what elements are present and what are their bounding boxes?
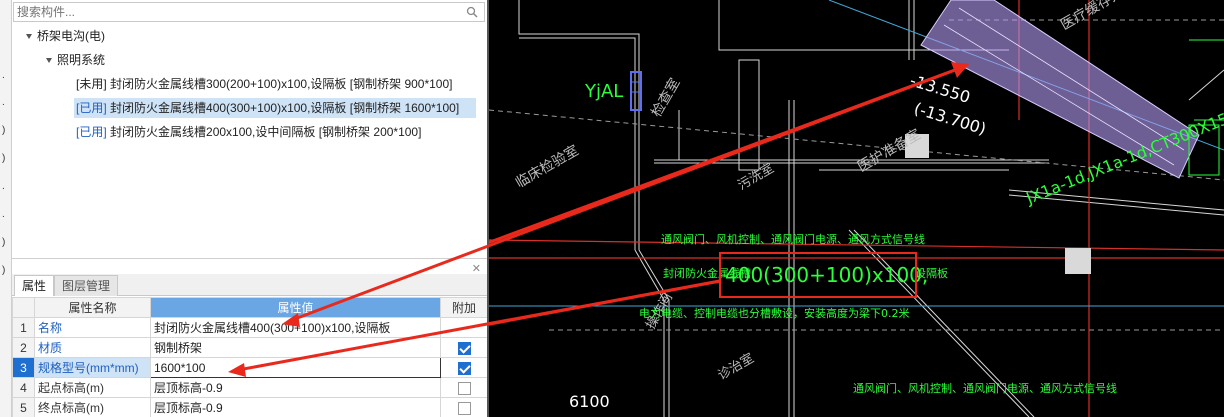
- tree-item-label: 封闭防火金属线槽300(200+100)x100,设隔板 [钢制桥架 900*1…: [110, 77, 453, 91]
- header-extra: 附加: [440, 297, 488, 318]
- row-number: 1: [12, 317, 35, 338]
- property-value[interactable]: 钢制桥架: [150, 337, 441, 358]
- usage-tag: [已用]: [76, 101, 107, 115]
- row-number: 2: [12, 337, 35, 358]
- property-name: 名称: [34, 317, 151, 338]
- cad-note: 电力电缆、控制电缆也分槽敷设，安装高度为梁下0.2米: [639, 306, 910, 320]
- strip-mark: .: [2, 209, 5, 220]
- tab-properties[interactable]: 属性: [14, 275, 55, 296]
- extra-cell: [440, 377, 488, 398]
- extra-checkbox[interactable]: [457, 341, 471, 355]
- table-header-row: 属性名称 属性值 附加: [12, 297, 488, 318]
- tree-node-lighting-system[interactable]: 照明系统: [46, 50, 105, 70]
- extra-cell: [440, 397, 488, 417]
- cad-dimension: 6100: [569, 392, 610, 411]
- extra-checkbox[interactable]: [457, 361, 471, 375]
- extra-cell: [440, 337, 488, 358]
- extra-checkbox[interactable]: [457, 401, 471, 415]
- cad-drawing: YjAL -13.550 (-13.700) 检查室 临床检验室 污洗室 医护准…: [489, 0, 1224, 417]
- splitter[interactable]: [12, 258, 487, 259]
- cad-room-label: 诊治室: [715, 350, 757, 383]
- row-number: 4: [12, 377, 35, 398]
- strip-mark: ): [2, 265, 6, 276]
- tab-bar: 属性 图层管理: [12, 274, 487, 296]
- search-input[interactable]: [14, 3, 454, 21]
- property-name: 终点标高(m): [34, 397, 151, 417]
- equipment-icon: [1065, 248, 1091, 274]
- strip-mark: ): [2, 237, 6, 248]
- tree-item[interactable]: [已用] 封闭防火金属线槽200x100,设中间隔板 [钢制桥架 200*100…: [76, 122, 421, 142]
- cad-room-label: 临床检验室: [513, 142, 582, 192]
- extra-checkbox[interactable]: [457, 381, 471, 395]
- search-icon[interactable]: [466, 6, 478, 18]
- tab-layer-management[interactable]: 图层管理: [54, 275, 119, 296]
- tree-item-label: 封闭防火金属线槽200x100,设中间隔板 [钢制桥架 200*100]: [110, 125, 422, 139]
- cad-elevation-label: (-13.700): [912, 99, 989, 139]
- table-row[interactable]: 5 终点标高(m) 层顶标高-0.9: [12, 397, 488, 417]
- left-edge-strip: . . ) ) . . ) ): [0, 0, 12, 417]
- table-row[interactable]: 2 材质 钢制桥架: [12, 337, 488, 358]
- strip-mark: ): [2, 153, 6, 164]
- header-num: [12, 297, 35, 318]
- expand-arrow-icon[interactable]: [26, 34, 32, 40]
- cad-note: 通风阀门、风机控制、通风阀门电源、通风方式信号线: [661, 232, 925, 246]
- cad-label-yjal: YjAL: [584, 81, 623, 102]
- expand-arrow-icon[interactable]: [46, 58, 52, 64]
- cad-note-suffix: 设隔板: [915, 266, 948, 280]
- property-name: 规格型号(mm*mm): [34, 357, 151, 378]
- usage-tag: [已用]: [76, 125, 107, 139]
- row-number: 3: [12, 357, 35, 378]
- tree-node-label: 照明系统: [57, 53, 106, 67]
- tree-item-selected[interactable]: [已用] 封闭防火金属线槽400(300+100)x100,设隔板 [钢制桥架 …: [74, 98, 476, 118]
- property-value[interactable]: 封闭防火金属线槽400(300+100)x100,设隔板: [150, 317, 441, 338]
- property-name: 材质: [34, 337, 151, 358]
- cad-drawing-canvas[interactable]: YjAL -13.550 (-13.700) 检查室 临床检验室 污洗室 医护准…: [489, 0, 1224, 417]
- table-row[interactable]: 4 起点标高(m) 层顶标高-0.9: [12, 377, 488, 398]
- table-row[interactable]: 1 名称 封闭防火金属线槽400(300+100)x100,设隔板: [12, 317, 488, 338]
- search-box[interactable]: [13, 2, 485, 22]
- tree-node-cable-tray[interactable]: 桥架电沟(电): [26, 26, 105, 46]
- property-name: 起点标高(m): [34, 377, 151, 398]
- cad-note: 通风阀门、风机控制、通风阀门电源、通风方式信号线: [853, 381, 1117, 395]
- strip-mark: .: [2, 181, 5, 192]
- extra-cell: [440, 317, 488, 338]
- extra-cell: [440, 357, 488, 378]
- header-name: 属性名称: [34, 297, 151, 318]
- component-panel: 桥架电沟(电) 照明系统 [未用] 封闭防火金属线槽300(200+100)x1…: [12, 0, 488, 417]
- cad-room-label: 检查室: [648, 75, 684, 120]
- cad-room-label: 医疗缓存处: [1058, 0, 1127, 33]
- tree-item[interactable]: [未用] 封闭防火金属线槽300(200+100)x100,设隔板 [钢制桥架 …: [76, 74, 453, 94]
- row-number: 5: [12, 397, 35, 417]
- annotation-arrows: [489, 65, 964, 326]
- cad-note-spec: 400(300+100)x100,: [725, 263, 928, 287]
- table-row-selected[interactable]: 3 规格型号(mm*mm) 1600*100: [12, 357, 488, 378]
- header-value: 属性值: [150, 297, 441, 318]
- tree-item-label: 封闭防火金属线槽400(300+100)x100,设隔板 [钢制桥架 1600*…: [110, 101, 460, 115]
- usage-tag: [未用]: [76, 77, 107, 91]
- strip-mark: .: [2, 70, 5, 81]
- property-value[interactable]: 层顶标高-0.9: [150, 397, 441, 417]
- strip-mark: ): [2, 125, 6, 136]
- property-table: 属性名称 属性值 附加 1 名称 封闭防火金属线槽400(300+100)x10…: [12, 297, 488, 417]
- tree-node-label: 桥架电沟(电): [37, 29, 105, 43]
- property-value-editor[interactable]: 1600*100: [150, 357, 441, 378]
- property-value[interactable]: 层顶标高-0.9: [150, 377, 441, 398]
- cad-room-label: 污洗室: [735, 160, 777, 193]
- strip-mark: .: [2, 97, 5, 108]
